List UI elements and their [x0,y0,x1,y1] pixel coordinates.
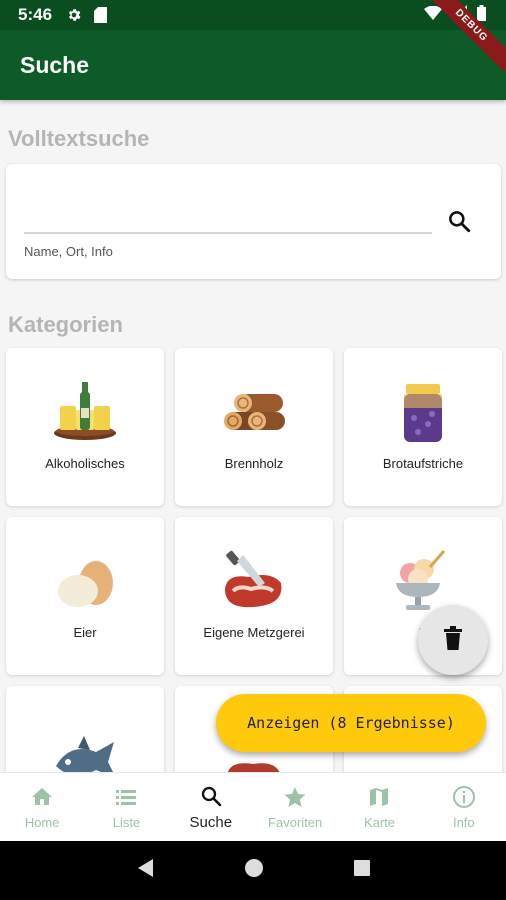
app-bar: Suche [0,30,506,100]
search-icon [201,786,222,806]
info-icon [452,785,475,808]
home-circle-icon[interactable] [244,858,264,883]
search-icon[interactable] [446,208,472,234]
fish-icon [50,716,120,772]
status-bar: 5:46 [0,0,506,30]
nav-item-favorites[interactable]: Favoriten [253,773,337,841]
category-card-alkoholisches[interactable]: Alkoholisches [6,348,164,506]
search-input[interactable] [24,232,432,234]
page-title: Suche [20,51,90,78]
eggs-icon [50,547,120,617]
category-label: Brotaufstriche [382,456,464,471]
list-icon [116,789,137,805]
search-helper-text: Name, Ort, Info [24,244,113,259]
gear-icon [66,7,82,23]
fulltext-section-title: Volltextsuche [8,126,150,151]
category-card-brotaufstriche[interactable]: Brotaufstriche [344,348,502,506]
alcohol-icon [50,378,120,448]
nav-label: Favoriten [268,814,323,830]
nav-item-info[interactable]: Info [422,773,506,841]
category-label: Alkoholisches [45,456,125,471]
search-card: Name, Ort, Info [6,164,501,279]
category-card-eigene-metzgerei[interactable]: Eigene Metzgerei [175,517,333,675]
recents-icon[interactable] [353,859,371,882]
sd-card-icon [94,7,108,23]
home-icon [32,787,53,805]
trash-icon [442,625,464,655]
nav-item-list[interactable]: Liste [84,773,168,841]
category-label: Brennholz [224,456,284,471]
show-results-button[interactable]: Anzeigen (8 Ergebnisse) [216,694,486,752]
category-card-brennholz[interactable]: Brennholz [175,348,333,506]
nav-label: Karte [363,814,396,830]
categories-section-title: Kategorien [8,312,123,337]
nav-label: Liste [112,814,141,830]
bottom-navigation: Home Liste Suche Favoriten Karte Info [0,772,506,841]
firewood-icon [219,378,289,448]
main-content[interactable]: Volltextsuche Name, Ort, Info Kategorien… [0,100,506,772]
map-icon [370,787,389,806]
nav-label: Home [24,814,60,830]
category-label: Eigene Metzgerei [203,625,305,640]
clear-filter-button[interactable] [418,605,488,675]
jam-jar-icon [388,378,458,448]
nav-item-home[interactable]: Home [0,773,84,841]
category-label: Eier [73,625,97,640]
star-icon [284,786,306,807]
status-time: 5:46 [18,5,53,24]
back-icon[interactable] [135,857,155,884]
nav-label: Info [452,814,475,830]
nav-item-search[interactable]: Suche [169,773,253,841]
nav-label: Suche [189,813,233,831]
category-card-fish[interactable] [6,686,164,772]
category-card-eier[interactable]: Eier [6,517,164,675]
system-navigation-bar [0,841,506,900]
nav-item-map[interactable]: Karte [337,773,421,841]
butcher-icon [219,547,289,617]
